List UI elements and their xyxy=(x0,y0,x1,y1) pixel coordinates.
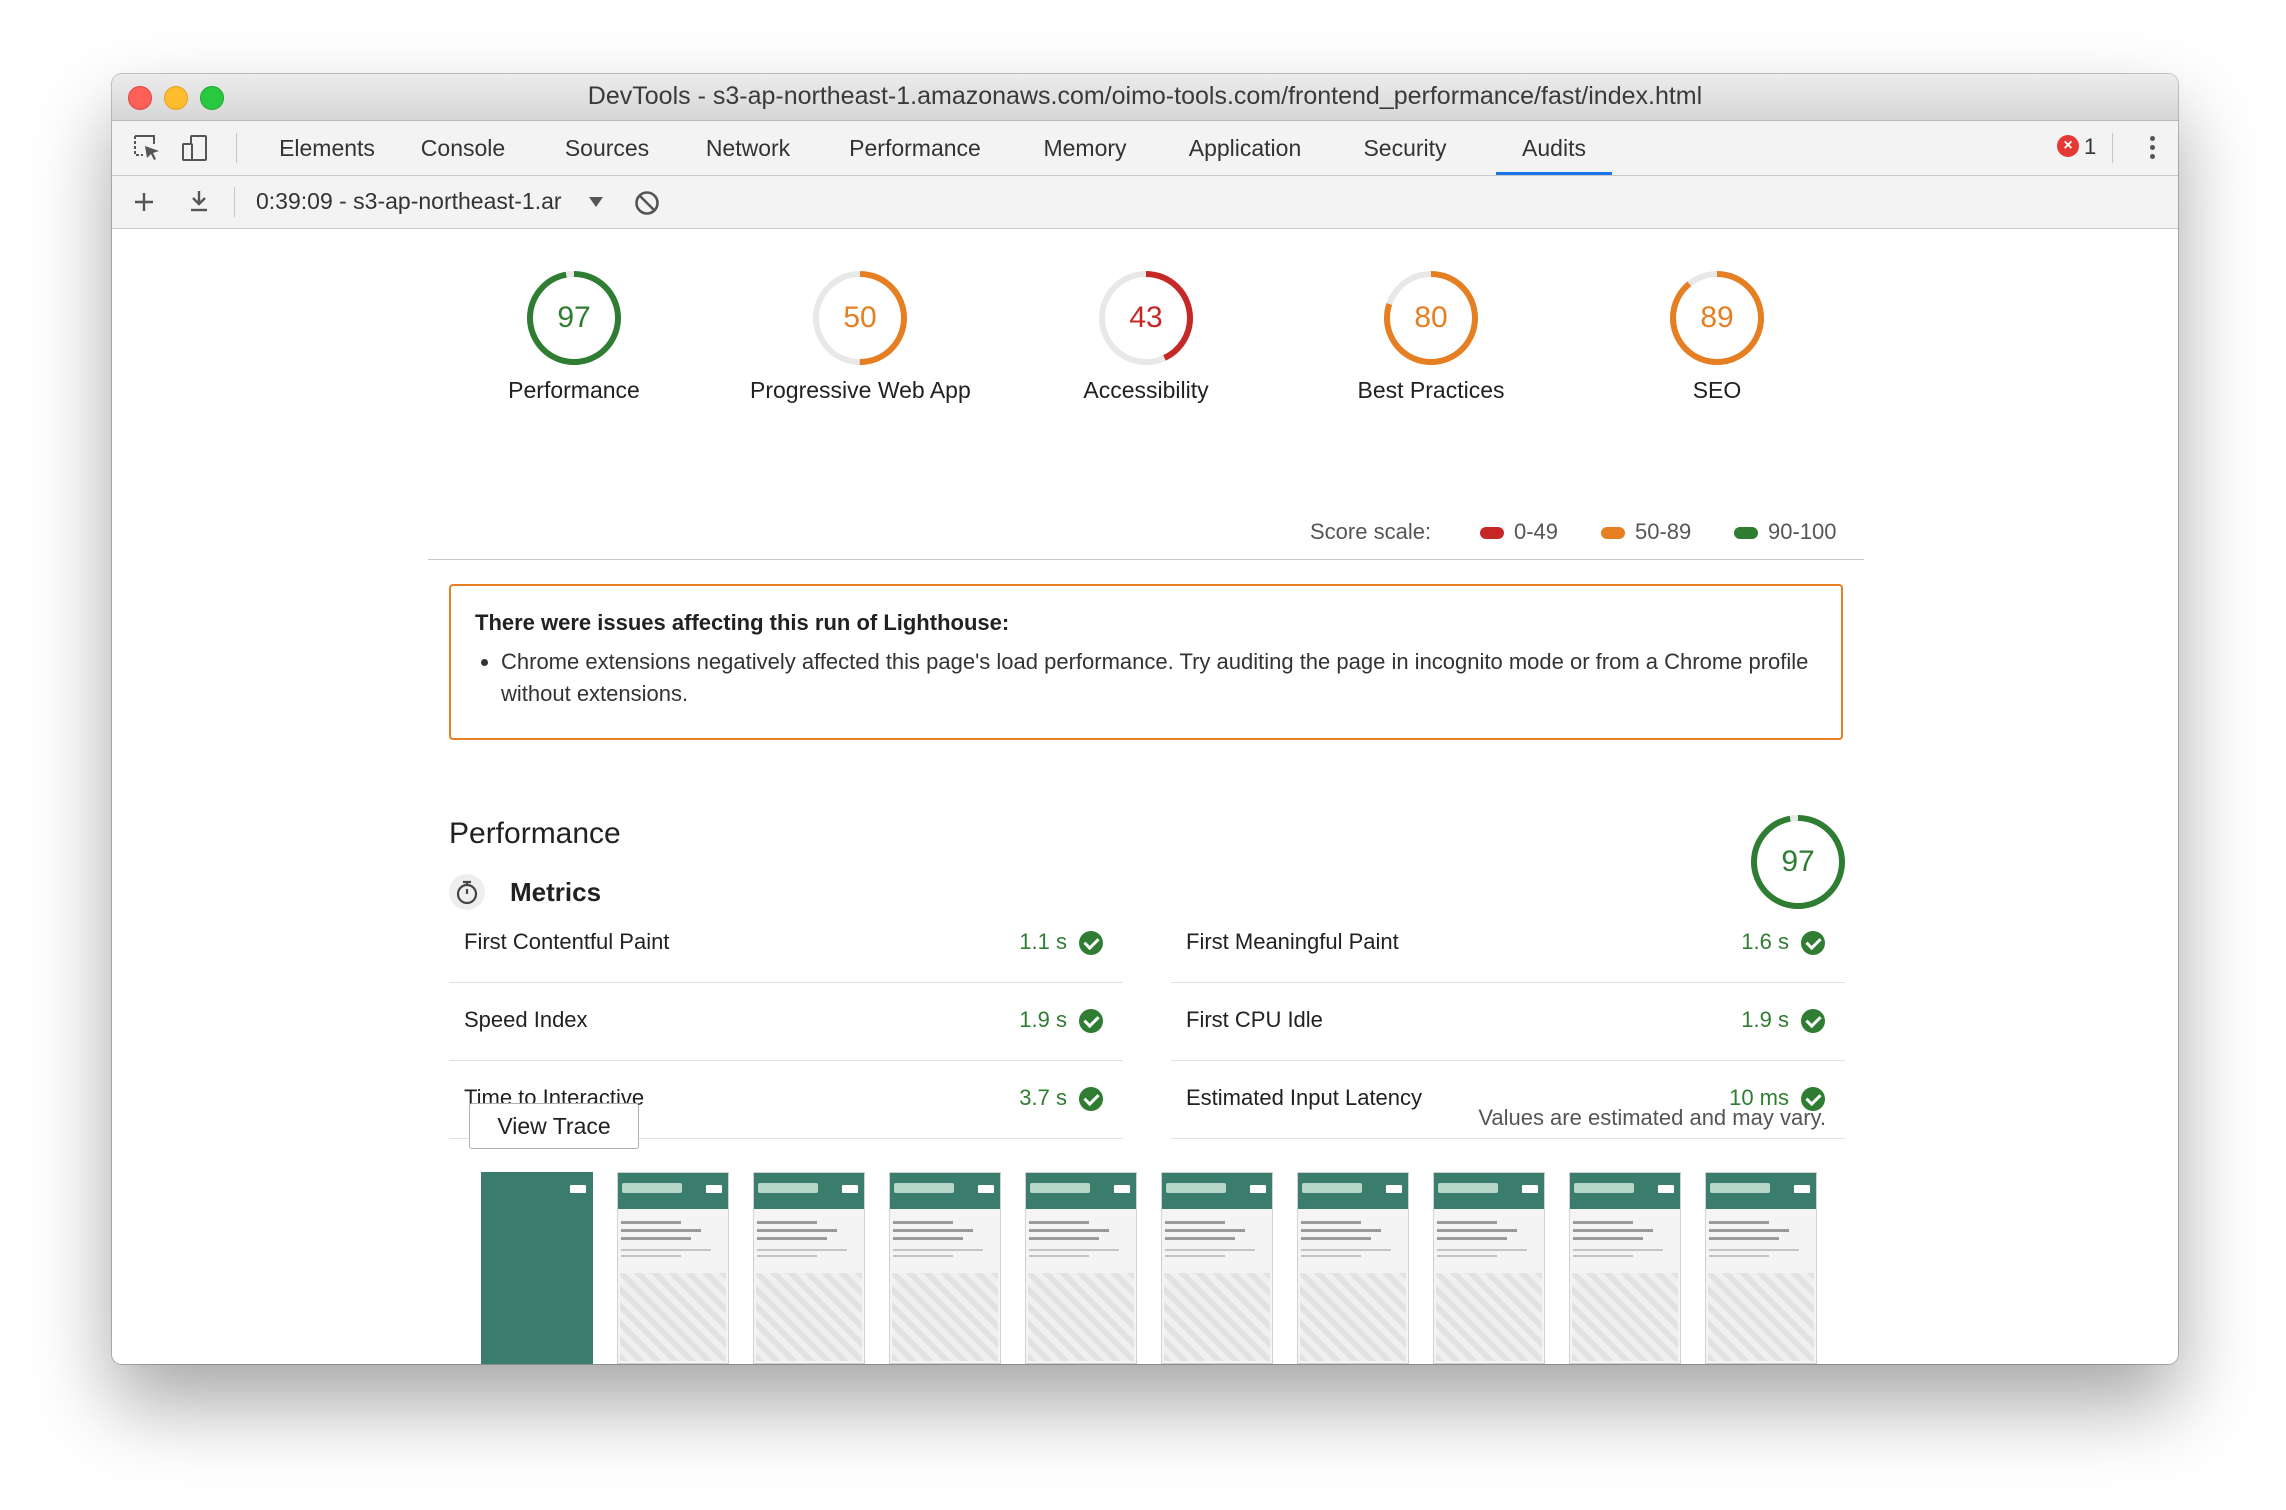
device-toolbar-icon[interactable] xyxy=(180,133,210,163)
tab-memory[interactable]: Memory xyxy=(1022,121,1148,175)
audits-toolbar: 0:39:09 - s3-ap-northeast-1.ar xyxy=(112,176,2178,229)
filmstrip-frame xyxy=(1569,1172,1681,1364)
performance-score-gauge[interactable]: 97 xyxy=(1749,813,1847,916)
performance-section-title: Performance xyxy=(449,817,621,850)
metric-name: First Meaningful Paint xyxy=(1186,929,1399,954)
metric-value: 3.7 s xyxy=(1019,1085,1067,1110)
metric-value: 1.6 s xyxy=(1741,929,1789,954)
score-value: 50 xyxy=(843,301,876,334)
window-title: DevTools - s3-ap-northeast-1.amazonaws.c… xyxy=(587,82,1703,110)
estimate-note: Values are estimated and may vary. xyxy=(1478,1105,1826,1130)
score-gauge-pwa[interactable]: 50 Progressive Web App xyxy=(750,269,971,404)
error-count[interactable]: 1 xyxy=(2084,134,2096,160)
tab-network[interactable]: Network xyxy=(688,121,808,175)
score-gauge-accessibility[interactable]: 43 Accessibility xyxy=(1036,269,1256,404)
score-value: 43 xyxy=(1129,301,1162,334)
filmstrip-frame xyxy=(1433,1172,1545,1364)
warning-item: Chrome extensions negatively affected th… xyxy=(501,646,1817,710)
tab-console[interactable]: Console xyxy=(408,121,518,175)
filmstrip-frame xyxy=(889,1172,1001,1364)
more-options-icon[interactable] xyxy=(2142,133,2162,163)
scale-swatch-green xyxy=(1734,527,1758,539)
metric-name: First CPU Idle xyxy=(1186,1007,1323,1032)
metric-row: First Contentful Paint 1.1 s xyxy=(449,905,1123,983)
score-label: Accessibility xyxy=(1083,377,1209,403)
header-divider xyxy=(428,559,1864,560)
toolbar-divider xyxy=(236,133,237,163)
report-selector[interactable]: 0:39:09 - s3-ap-northeast-1.ar xyxy=(256,188,562,215)
filmstrip-frame xyxy=(1705,1172,1817,1364)
chevron-down-icon[interactable] xyxy=(589,197,603,207)
metric-value: 1.9 s xyxy=(1741,1007,1789,1032)
score-label: SEO xyxy=(1692,377,1742,403)
tab-performance[interactable]: Performance xyxy=(828,121,1002,175)
toolbar-divider xyxy=(234,187,235,217)
score-value: 89 xyxy=(1700,301,1733,334)
score-label: Best Practices xyxy=(1357,377,1505,403)
error-icon[interactable]: × xyxy=(2057,135,2079,157)
warning-list: Chrome extensions negatively affected th… xyxy=(475,646,1817,710)
clear-block-icon[interactable] xyxy=(633,189,661,217)
pass-check-icon xyxy=(1079,931,1103,955)
pass-check-icon xyxy=(1801,1009,1825,1033)
filmstrip-frame xyxy=(1025,1172,1137,1364)
score-scale-label: Score scale: xyxy=(1310,519,1432,544)
tab-elements[interactable]: Elements xyxy=(262,121,392,175)
metrics-heading: Metrics xyxy=(510,877,602,907)
gauge-ring: 43 xyxy=(1099,271,1193,365)
pass-check-icon xyxy=(1801,931,1825,955)
filmstrip-frame xyxy=(753,1172,865,1364)
score-label: Performance xyxy=(508,377,640,403)
run-warnings-box: There were issues affecting this run of … xyxy=(449,584,1843,740)
metric-row: Speed Index 1.9 s xyxy=(449,983,1123,1061)
score-value: 97 xyxy=(557,301,590,334)
scale-range-mid: 50-89 xyxy=(1635,519,1692,544)
gauge-ring: 80 xyxy=(1384,271,1478,365)
tab-security[interactable]: Security xyxy=(1340,121,1470,175)
download-icon[interactable] xyxy=(186,188,212,214)
gauge-ring: 97 xyxy=(1751,815,1845,909)
filmstrip-frame xyxy=(1161,1172,1273,1364)
devtools-tab-bar: Elements Console Sources Network Perform… xyxy=(112,121,2178,176)
scale-range-low: 0-49 xyxy=(1514,519,1559,544)
plus-icon[interactable] xyxy=(132,190,156,214)
devtools-window: DevTools - s3-ap-northeast-1.amazonaws.c… xyxy=(112,74,2178,1364)
tab-audits[interactable]: Audits xyxy=(1496,121,1612,175)
filmstrip-frame xyxy=(1297,1172,1409,1364)
gauge-ring: 97 xyxy=(527,271,621,365)
lighthouse-report: 97 Performance 50 Progressive Web App 43… xyxy=(112,229,2178,1364)
gauge-ring: 89 xyxy=(1670,271,1764,365)
scale-swatch-orange xyxy=(1601,527,1625,539)
pass-check-icon xyxy=(1079,1087,1103,1111)
warning-title: There were issues affecting this run of … xyxy=(475,610,1010,635)
score-gauge-performance[interactable]: 97 Performance xyxy=(464,269,684,404)
inspect-element-icon[interactable] xyxy=(132,133,162,163)
score-value: 97 xyxy=(1781,845,1814,878)
score-value: 80 xyxy=(1414,301,1447,334)
score-label: Progressive Web App xyxy=(750,377,971,403)
metric-row: First CPU Idle 1.9 s xyxy=(1171,983,1845,1061)
view-trace-button[interactable]: View Trace xyxy=(469,1103,639,1149)
scale-swatch-red xyxy=(1480,527,1504,539)
metric-name: Speed Index xyxy=(464,1007,588,1032)
gauge-ring: 50 xyxy=(813,271,907,365)
score-gauge-seo[interactable]: 89 SEO xyxy=(1607,269,1827,404)
pass-check-icon xyxy=(1079,1009,1103,1033)
tab-application[interactable]: Application xyxy=(1168,121,1322,175)
tab-sources[interactable]: Sources xyxy=(552,121,662,175)
title-bar: DevTools - s3-ap-northeast-1.amazonaws.c… xyxy=(112,74,2178,121)
metric-row: First Meaningful Paint 1.6 s xyxy=(1171,905,1845,983)
metric-value: 1.1 s xyxy=(1019,929,1067,954)
toolbar-divider xyxy=(2112,133,2113,163)
score-gauge-best-practices[interactable]: 80 Best Practices xyxy=(1321,269,1541,404)
scale-range-high: 90-100 xyxy=(1768,519,1837,544)
metric-value: 1.9 s xyxy=(1019,1007,1067,1032)
filmstrip-frame xyxy=(617,1172,729,1364)
filmstrip-frame xyxy=(481,1172,593,1364)
metric-name: Estimated Input Latency xyxy=(1186,1085,1423,1110)
metric-name: First Contentful Paint xyxy=(464,929,670,954)
